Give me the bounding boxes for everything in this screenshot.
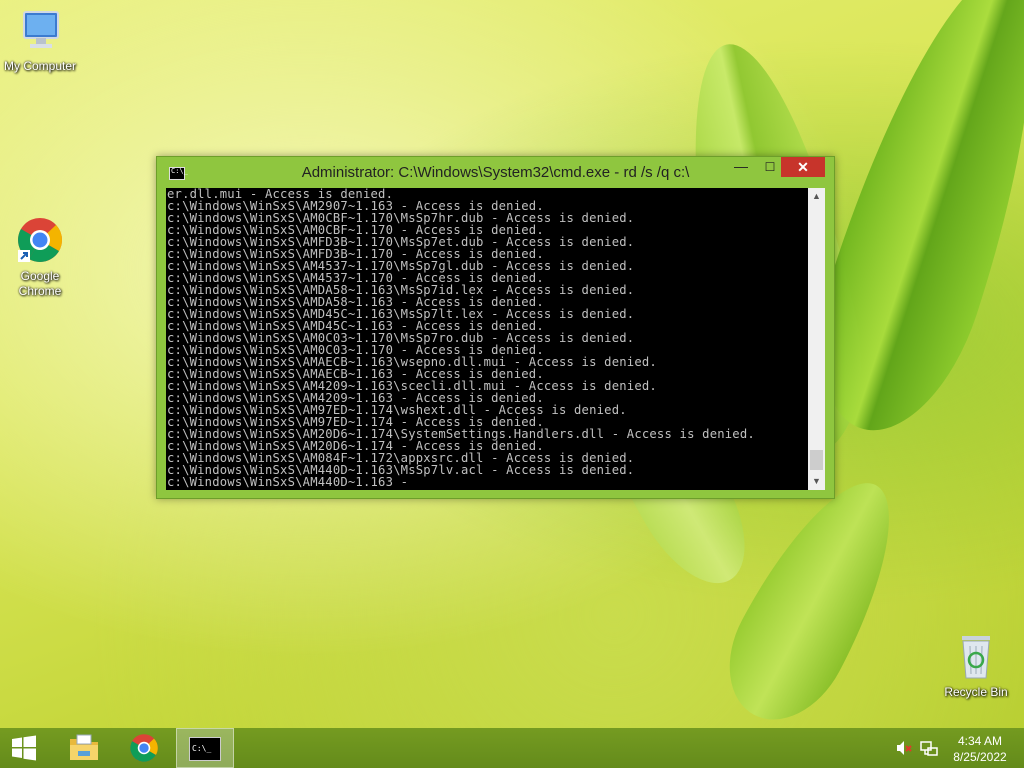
cmd-window[interactable]: C:\_ Administrator: C:\Windows\System32\… <box>156 156 835 499</box>
console-line: c:\Windows\WinSxS\AM440D~1.163 - <box>167 475 409 489</box>
minimize-button[interactable]: — <box>727 157 755 177</box>
volume-muted-icon[interactable] <box>896 740 912 756</box>
close-button[interactable]: ✕ <box>781 157 825 177</box>
desktop-icon-label: Google Chrome <box>18 269 62 298</box>
window-titlebar[interactable]: C:\_ Administrator: C:\Windows\System32\… <box>157 157 834 188</box>
console-output[interactable]: er.dll.mui - Access is denied. c:\Windows… <box>166 188 808 490</box>
vertical-scrollbar[interactable]: ▲ ▼ <box>808 188 825 490</box>
clock-time: 4:34 AM <box>957 734 1003 748</box>
network-icon[interactable] <box>920 740 938 758</box>
start-button[interactable] <box>0 728 48 768</box>
clock-date: 8/25/2022 <box>953 750 1007 764</box>
wallpaper-leaf <box>705 459 925 741</box>
computer-icon <box>23 11 59 48</box>
desktop-icon-google-chrome[interactable]: Google Chrome <box>0 216 80 299</box>
taskbar-file-explorer[interactable] <box>56 728 112 768</box>
scroll-up-icon[interactable]: ▲ <box>808 188 825 205</box>
desktop-icon-recycle-bin[interactable]: Recycle Bin <box>936 632 1016 700</box>
desktop-icon-label: My Computer <box>3 59 77 73</box>
system-clock[interactable]: 4:34 AM 8/25/2022 <box>948 733 1012 765</box>
chrome-icon <box>130 734 158 762</box>
maximize-button[interactable]: ☐ <box>756 157 784 177</box>
file-explorer-icon <box>70 734 98 760</box>
windows-logo-icon <box>12 735 36 761</box>
taskbar-cmd[interactable]: C:\_ <box>176 728 234 768</box>
desktop-icon-label: Recycle Bin <box>944 685 1008 699</box>
cmd-icon: C:\_ <box>189 737 221 761</box>
chrome-icon <box>18 218 62 262</box>
scroll-down-icon[interactable]: ▼ <box>808 473 825 490</box>
recycle-bin-icon <box>962 636 990 679</box>
desktop-icon-my-computer[interactable]: My Computer <box>0 10 80 74</box>
taskbar-chrome[interactable] <box>116 728 172 768</box>
taskbar: C:\_ <box>0 728 1024 768</box>
scroll-thumb[interactable] <box>810 450 823 470</box>
